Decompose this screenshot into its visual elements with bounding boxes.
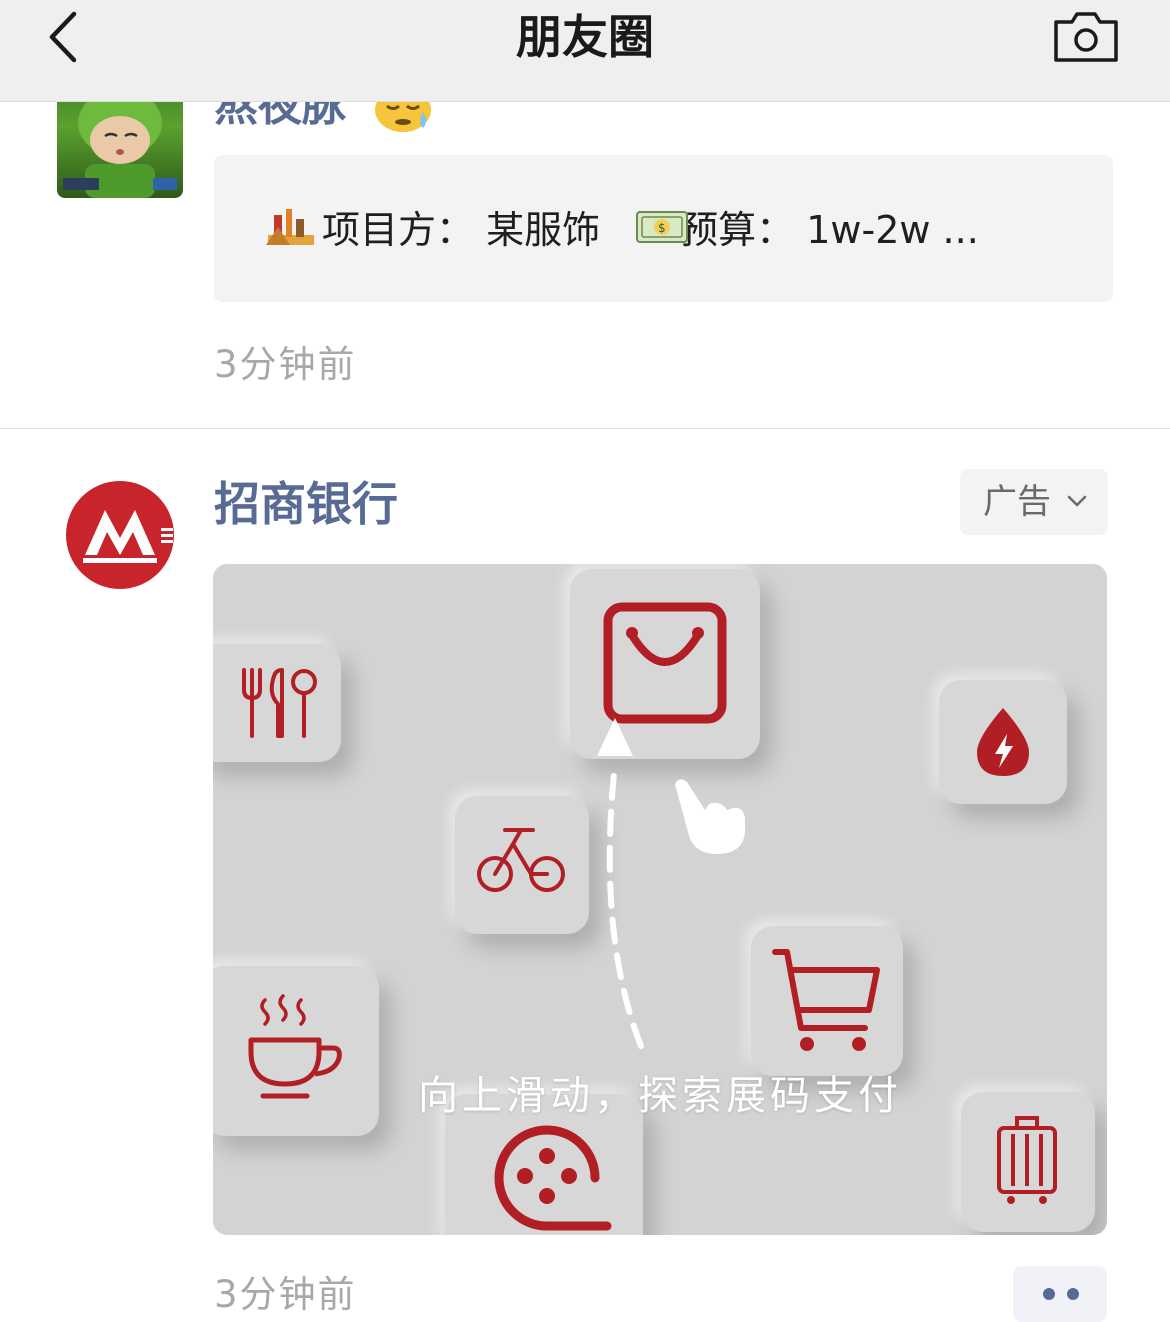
swipe-up-arrow-icon — [597, 718, 644, 1049]
more-options-button[interactable] — [1013, 1266, 1107, 1322]
banner-caption: 向上滑动，探索展码支付 — [418, 1073, 902, 1119]
ad-banner[interactable]: 向上滑动，探索展码支付 — [213, 564, 1107, 1235]
shopping-cart-icon — [772, 949, 880, 1051]
cart-tile — [751, 926, 903, 1076]
bicycle-icon — [477, 828, 565, 892]
post-divider — [0, 428, 1170, 429]
ad-label: 广告 — [983, 482, 1051, 522]
camera-icon[interactable] — [1052, 10, 1120, 64]
construction-emoji-icon — [266, 209, 314, 245]
card-text-part-1: 项目方： 某服饰 — [322, 208, 613, 252]
more-dot-icon — [1043, 1288, 1055, 1300]
page-title: 朋友圈 — [516, 10, 654, 64]
back-chevron-icon[interactable] — [38, 6, 98, 66]
card-text-part-2: 预算： 1w-2w ... — [680, 208, 979, 252]
top-nav-bar: 朋友圈 — [0, 0, 1170, 102]
film-reel-icon — [494, 1125, 612, 1231]
chevron-down-icon — [1067, 495, 1087, 507]
svg-text:$: $ — [658, 221, 666, 235]
advertiser-name[interactable]: 招商银行 — [214, 472, 398, 536]
tap-hand-icon — [675, 779, 745, 854]
post-timestamp: 3分钟前 — [214, 343, 357, 386]
utility-bill-tile — [939, 680, 1067, 804]
post-timestamp: 3分钟前 — [214, 1273, 357, 1316]
cmb-logo-avatar[interactable] — [65, 480, 175, 590]
water-drop-lightning-icon — [977, 708, 1029, 776]
bike-tile — [455, 796, 589, 934]
dining-tile — [213, 644, 341, 762]
utensils-icon — [242, 668, 317, 738]
dollar-banknote-emoji-icon: $ — [636, 211, 688, 243]
more-dot-icon — [1067, 1288, 1079, 1300]
